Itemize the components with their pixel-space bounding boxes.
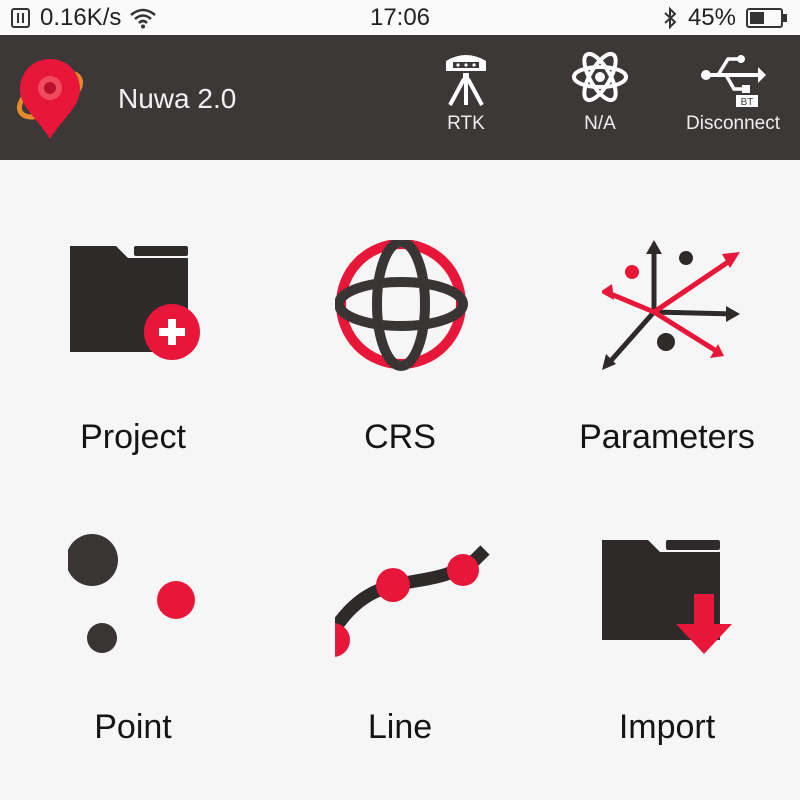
atom-icon (572, 51, 628, 103)
tile-point-label: Point (94, 708, 172, 746)
disconnect-label: Disconnect (686, 113, 780, 134)
app-header: Nuwa 2.0 RTK N/A BT Disconnect (0, 35, 800, 160)
tile-parameters-label: Parameters (579, 418, 755, 456)
tile-parameters[interactable]: Parameters (534, 170, 800, 460)
tile-line-label: Line (367, 708, 433, 746)
tile-point[interactable]: Point (0, 460, 266, 750)
status-na-button[interactable]: N/A (535, 47, 665, 152)
tile-import-label: Import (618, 708, 716, 746)
battery-percent: 45% (687, 4, 736, 31)
folder-add-icon (70, 246, 200, 360)
status-right: 45% (662, 4, 788, 32)
tile-line[interactable]: Line (267, 460, 533, 750)
tile-crs-label: CRS (364, 418, 436, 456)
svg-text:BT: BT (741, 97, 754, 107)
tile-project[interactable]: Project (0, 170, 266, 460)
disconnect-button[interactable]: BT Disconnect (668, 47, 798, 152)
status-bar: 0.16K/s 17:06 45% (0, 0, 800, 35)
na-label: N/A (584, 113, 616, 134)
app-logo-icon (16, 59, 84, 139)
tile-import[interactable]: Import (534, 460, 800, 750)
rtk-label: RTK (447, 113, 485, 134)
app-title: Nuwa 2.0 (118, 83, 237, 114)
battery-icon (746, 8, 787, 28)
rtk-button[interactable]: RTK (401, 47, 531, 152)
folder-import-icon (602, 540, 732, 654)
bluetooth-icon (664, 6, 677, 30)
line-icon (335, 545, 490, 657)
parameters-icon (602, 240, 740, 370)
tile-crs[interactable]: CRS (267, 170, 533, 460)
usb-bt-icon: BT (701, 55, 766, 107)
gnss-receiver-icon (446, 55, 486, 106)
globe-icon (335, 240, 468, 371)
points-icon (68, 534, 195, 653)
tile-project-label: Project (80, 418, 186, 456)
